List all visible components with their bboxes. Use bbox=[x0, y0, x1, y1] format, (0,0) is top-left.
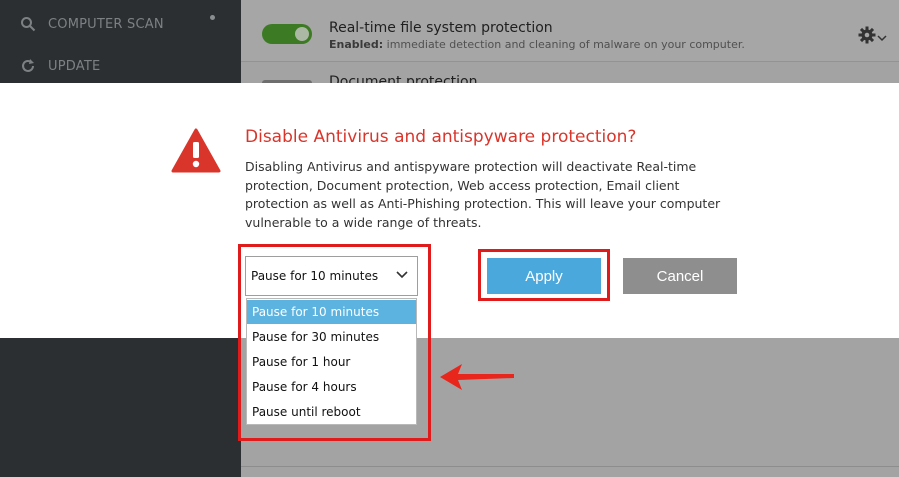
settings-menu[interactable] bbox=[858, 26, 888, 48]
status-text: immediate detection and cleaning of malw… bbox=[383, 38, 745, 51]
status-label: Enabled: bbox=[329, 38, 384, 51]
realtime-protection-desc: Enabled: immediate detection and cleanin… bbox=[329, 38, 745, 51]
search-icon bbox=[18, 14, 38, 34]
sidebar-item-label: UPDATE bbox=[48, 58, 101, 74]
dialog-message: Disabling Antivirus and antispyware prot… bbox=[245, 159, 721, 230]
highlight-box-dropdown bbox=[238, 244, 431, 441]
realtime-protection-toggle[interactable] bbox=[262, 24, 312, 44]
arrow-left-icon bbox=[440, 360, 516, 398]
sidebar-item-computer-scan[interactable]: COMPUTER SCAN bbox=[18, 14, 164, 34]
notification-dot bbox=[210, 15, 215, 20]
cancel-button[interactable]: Cancel bbox=[623, 258, 737, 294]
sidebar-item-label: COMPUTER SCAN bbox=[48, 16, 164, 32]
refresh-icon bbox=[18, 56, 38, 76]
sidebar-item-update[interactable]: UPDATE bbox=[18, 56, 100, 76]
chevron-down-icon bbox=[876, 28, 888, 47]
dialog-title: Disable Antivirus and antispyware protec… bbox=[245, 127, 637, 147]
toggle-knob bbox=[295, 27, 309, 41]
highlight-box-apply bbox=[478, 249, 610, 301]
divider bbox=[241, 466, 899, 467]
warning-icon bbox=[171, 128, 221, 177]
gear-icon bbox=[858, 26, 876, 48]
realtime-protection-title: Real-time file system protection bbox=[329, 20, 553, 36]
document-protection-title: Document protection bbox=[329, 74, 478, 83]
